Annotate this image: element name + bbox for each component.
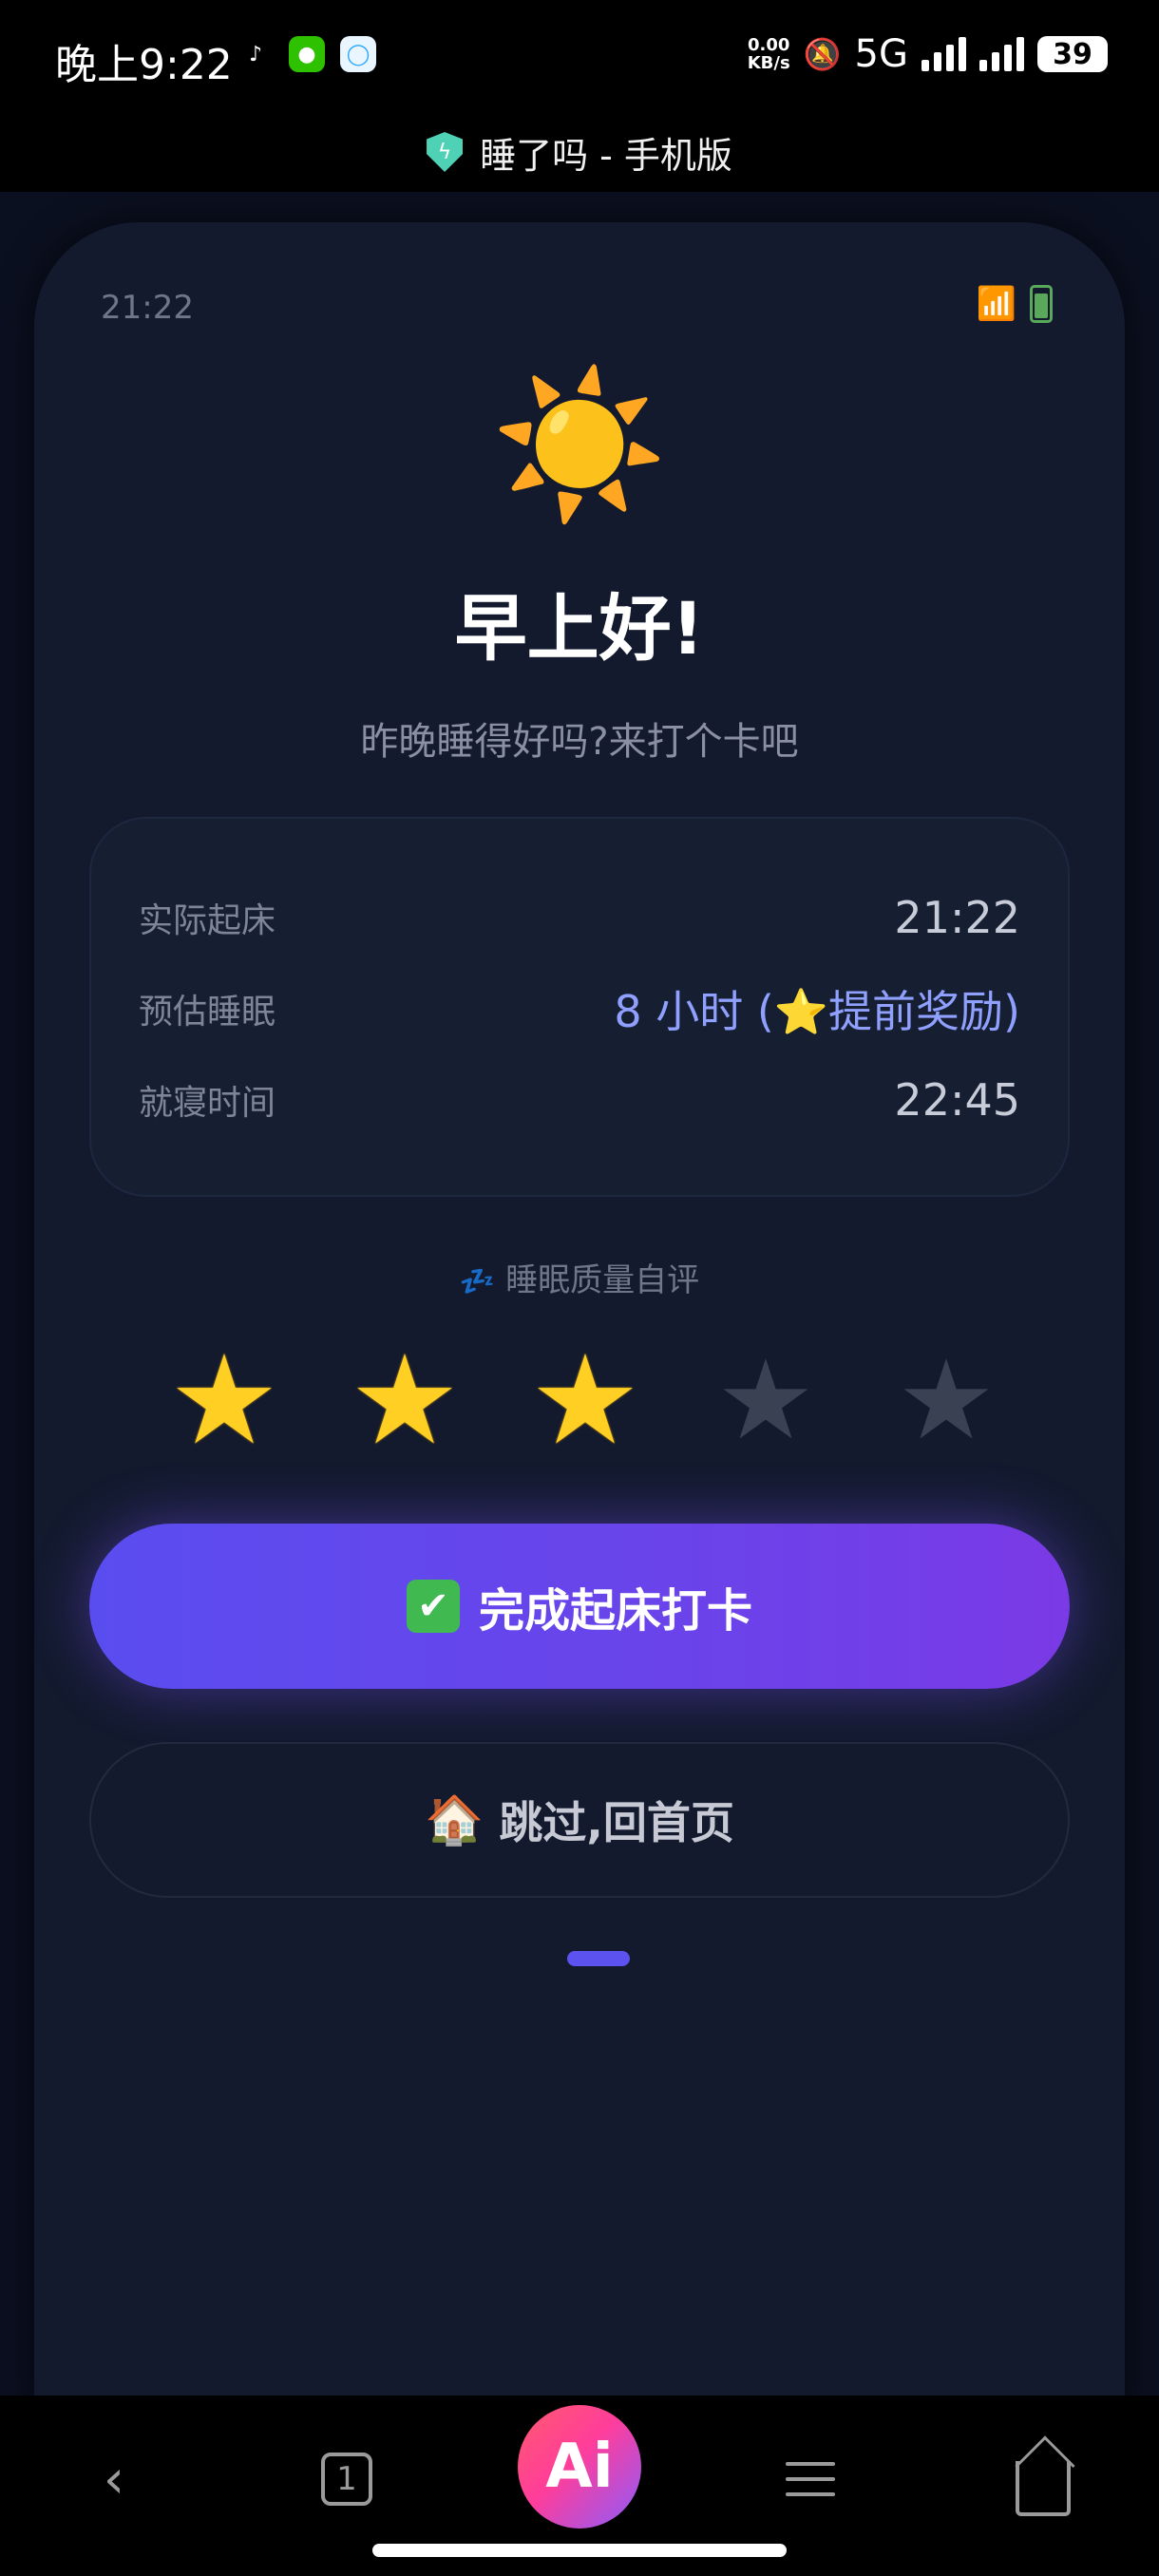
ai-label: Ai — [545, 2432, 614, 2502]
net-speed-value: 0.00 — [748, 35, 790, 55]
sleep-info-card: 实际起床 21:22 预估睡眠 8 小时 (⭐提前奖励) 就寝时间 22:45 — [89, 817, 1070, 1197]
signal-icon-2 — [979, 37, 1024, 71]
battery-icon — [1030, 285, 1053, 323]
star-4[interactable]: ★ — [699, 1334, 832, 1467]
menu-icon-line — [786, 2492, 835, 2496]
info-value: 21:22 — [894, 892, 1020, 943]
app-screen: 21:22 📶 ☀️ 早上好! 昨晚睡得好吗?来打个卡吧 实际起床 21:22 … — [34, 222, 1125, 2502]
shield-icon: ϟ — [427, 132, 464, 172]
info-row-bed-time: 就寝时间 22:45 — [139, 1071, 1020, 1128]
page-title: 睡了吗 - 手机版 — [480, 134, 732, 177]
tabs-button[interactable]: 1 — [290, 2422, 404, 2536]
mute-bell-icon: 🔕 — [803, 36, 842, 72]
mock-clock: 21:22 — [101, 289, 194, 327]
star-2[interactable]: ★ — [338, 1328, 471, 1472]
sun-icon: ☀️ — [490, 363, 669, 528]
network-type: 5G — [854, 32, 908, 76]
info-value: 22:45 — [894, 1074, 1020, 1126]
info-label: 预估睡眠 — [139, 993, 276, 1032]
tabs-icon: 1 — [321, 2453, 372, 2506]
home-icon — [1016, 2461, 1071, 2516]
tiktok-icon: ♪ — [238, 36, 274, 72]
notification-icons: ♪ ● ◯ — [238, 36, 376, 72]
browser-title-bar: ϟ 睡了吗 - 手机版 — [0, 112, 1159, 192]
house-icon: 🏠 — [425, 1791, 484, 1847]
star-rating: ★ ★ ★ ★ ★ — [158, 1328, 1013, 1472]
system-status-bar: 晚上9:22 ♪ ● ◯ 0.00 KB/s 🔕 5G 39 — [0, 0, 1159, 112]
menu-button[interactable] — [753, 2422, 867, 2536]
wechat-icon: ● — [289, 36, 325, 72]
back-button[interactable]: ‹ — [57, 2422, 171, 2536]
zzz-icon: 💤 — [459, 1265, 496, 1298]
chevron-left-icon: ‹ — [103, 2448, 125, 2510]
info-label: 就寝时间 — [139, 1084, 276, 1123]
star-5[interactable]: ★ — [880, 1334, 1013, 1467]
star-3[interactable]: ★ — [519, 1328, 652, 1472]
menu-icon-line — [786, 2462, 835, 2466]
check-icon: ✔ — [406, 1580, 460, 1633]
gesture-home-indicator[interactable] — [372, 2544, 787, 2557]
info-value: 8 小时 (⭐提前奖励) — [614, 986, 1020, 1037]
network-speed: 0.00 KB/s — [748, 36, 790, 72]
mock-status-icons: 📶 — [977, 285, 1053, 323]
status-indicators: 0.00 KB/s 🔕 5G 39 — [748, 32, 1108, 76]
home-button[interactable] — [986, 2422, 1100, 2536]
sleep-quality-label: 💤 睡眠质量自评 — [34, 1254, 1125, 1300]
ai-assistant-button[interactable]: Ai — [518, 2405, 641, 2529]
star-1[interactable]: ★ — [158, 1328, 291, 1472]
info-row-sleep-duration: 预估睡眠 8 小时 (⭐提前奖励) — [139, 980, 1020, 1037]
clock: 晚上9:22 — [55, 41, 233, 89]
net-speed-unit: KB/s — [747, 53, 790, 73]
battery-icon: 39 — [1037, 36, 1108, 72]
page-indicator — [567, 1951, 630, 1966]
complete-checkin-button[interactable]: ✔ 完成起床打卡 — [89, 1524, 1070, 1689]
signal-icon — [922, 37, 966, 71]
complete-checkin-label: 完成起床打卡 — [478, 1584, 752, 1638]
sleep-quality-text: 睡眠质量自评 — [505, 1261, 700, 1299]
skip-home-button[interactable]: 🏠 跳过,回首页 — [89, 1742, 1070, 1898]
signal-bars-icon: 📶 — [976, 285, 1016, 323]
skip-home-label: 跳过,回首页 — [499, 1797, 734, 1848]
greeting-heading: 早上好! — [454, 586, 705, 671]
info-row-wake-time: 实际起床 21:22 — [139, 889, 1020, 946]
info-label: 实际起床 — [139, 901, 276, 940]
greeting-subtitle: 昨晚睡得好吗?来打个卡吧 — [360, 720, 799, 764]
menu-icon-line — [786, 2477, 835, 2481]
cloud-icon: ◯ — [340, 36, 376, 72]
